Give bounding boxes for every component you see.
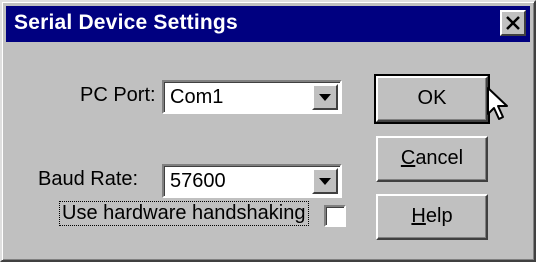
cancel-label-rest: ancel (415, 147, 464, 169)
help-mnemonic: H (411, 205, 426, 227)
window-title: Serial Device Settings (14, 11, 238, 34)
pc-port-select[interactable]: Com1 (162, 80, 342, 114)
handshaking-checkbox-label[interactable]: Use hardware handshaking (59, 201, 309, 226)
title-bar[interactable]: Serial Device Settings (6, 6, 530, 42)
chevron-down-icon (319, 94, 331, 101)
close-icon (506, 16, 520, 30)
mouse-pointer-icon (487, 87, 508, 120)
pc-port-value: Com1 (170, 86, 224, 108)
pc-port-label: PC Port: (80, 84, 156, 106)
cancel-mnemonic: C (400, 147, 416, 169)
chevron-down-icon (319, 178, 331, 185)
handshaking-checkbox[interactable] (324, 205, 346, 227)
close-button[interactable] (500, 10, 526, 36)
baud-rate-select[interactable]: 57600 (162, 164, 342, 198)
ok-button[interactable]: OK (374, 74, 490, 124)
help-button[interactable]: Help (376, 194, 488, 240)
baud-rate-label: Baud Rate: (38, 168, 139, 190)
baud-rate-value: 57600 (170, 170, 226, 192)
pc-port-dropdown-button[interactable] (312, 84, 338, 110)
baud-rate-dropdown-button[interactable] (312, 168, 338, 194)
serial-device-settings-dialog: Serial Device Settings PC Port: Com1 Bau… (0, 0, 536, 262)
help-label-rest: elp (425, 205, 453, 227)
cancel-button[interactable]: Cancel (376, 136, 488, 182)
